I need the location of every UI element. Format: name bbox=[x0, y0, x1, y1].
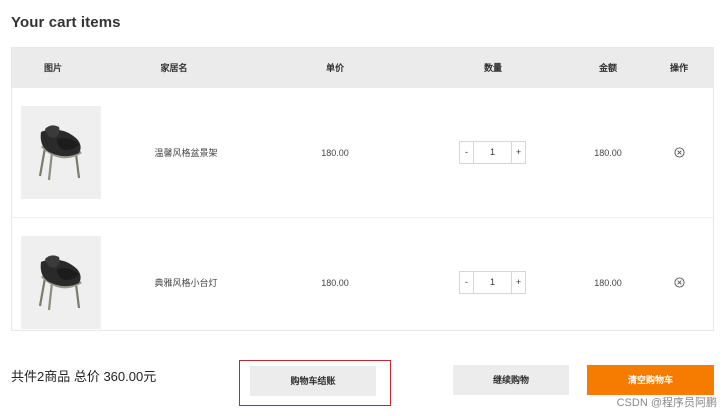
quantity-decrease-button[interactable]: - bbox=[460, 272, 473, 293]
remove-circle-icon[interactable] bbox=[674, 147, 685, 158]
quantity-stepper: - 1 + bbox=[459, 271, 526, 294]
table-row: 温馨风格盆景架 180.00 - 1 + 180.00 bbox=[12, 88, 713, 218]
table-header: 图片 家居名 单价 数量 金额 操作 bbox=[12, 48, 713, 88]
header-quantity: 数量 bbox=[483, 63, 503, 73]
product-name[interactable]: 温馨风格盆景架 bbox=[154, 88, 217, 218]
remove-circle-icon[interactable] bbox=[674, 277, 685, 288]
unit-price: 180.00 bbox=[321, 148, 349, 158]
quantity-increase-button[interactable]: + bbox=[512, 272, 525, 293]
amount: 180.00 bbox=[594, 148, 622, 158]
header-action: 操作 bbox=[669, 63, 689, 73]
quantity-increase-button[interactable]: + bbox=[512, 142, 525, 163]
quantity-decrease-button[interactable]: - bbox=[460, 142, 473, 163]
watermark: CSDN @程序员阿鹏 bbox=[616, 397, 717, 409]
header-amount: 金额 bbox=[598, 63, 618, 73]
product-image[interactable] bbox=[21, 106, 101, 199]
cart-table: 图片 家居名 单价 数量 金额 操作 温馨风格盆景架 180.00 - 1 + bbox=[11, 47, 714, 331]
quantity-input[interactable]: 1 bbox=[473, 272, 512, 293]
header-name: 家居名 bbox=[160, 63, 188, 73]
page-title: Your cart items bbox=[11, 14, 121, 31]
product-name[interactable]: 典雅风格小台灯 bbox=[154, 218, 217, 348]
chair-image bbox=[21, 236, 101, 329]
continue-shopping-button[interactable]: 继续购物 bbox=[453, 365, 569, 395]
quantity-stepper: - 1 + bbox=[459, 141, 526, 164]
product-image[interactable] bbox=[21, 236, 101, 329]
unit-price: 180.00 bbox=[321, 278, 349, 288]
checkout-button[interactable]: 购物车结账 bbox=[250, 366, 376, 396]
table-row: 典雅风格小台灯 180.00 - 1 + 180.00 bbox=[12, 218, 713, 348]
cart-summary: 共件2商品 总价 360.00元 bbox=[11, 369, 157, 384]
header-unit-price: 单价 bbox=[325, 63, 345, 73]
quantity-input[interactable]: 1 bbox=[473, 142, 512, 163]
clear-cart-button[interactable]: 清空购物车 bbox=[587, 365, 714, 395]
header-image: 图片 bbox=[43, 63, 63, 73]
chair-image bbox=[21, 106, 101, 199]
amount: 180.00 bbox=[594, 278, 622, 288]
